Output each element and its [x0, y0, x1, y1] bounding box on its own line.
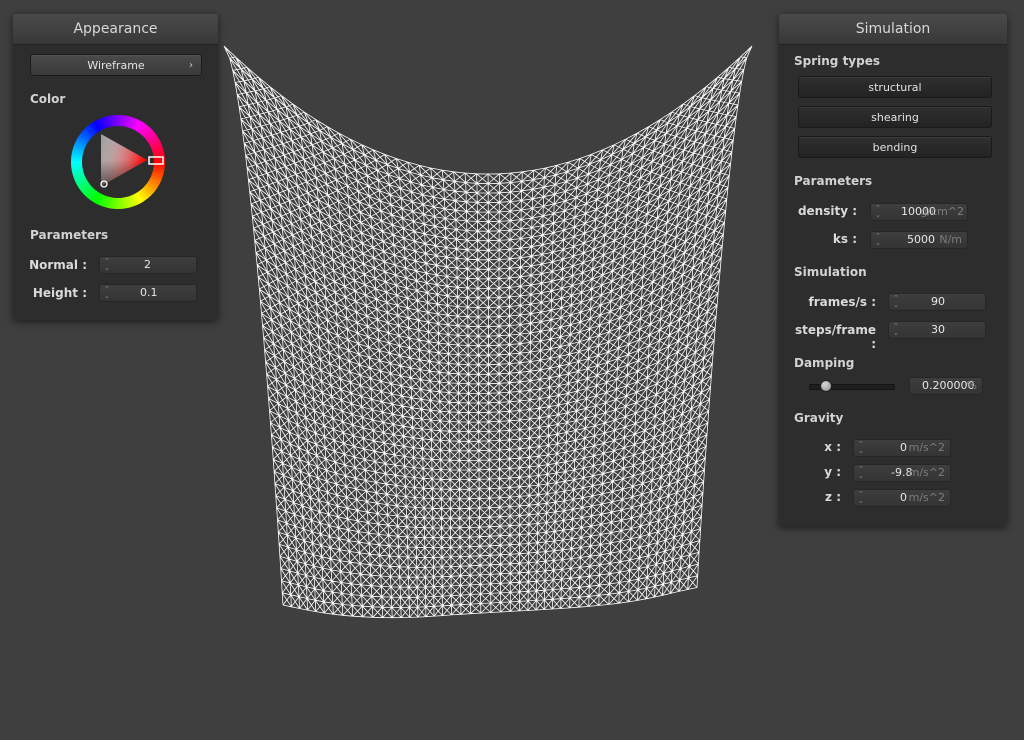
steps-per-frame-input[interactable]: ⌃ ⌄ 30 [888, 321, 986, 339]
damping-slider-handle[interactable] [819, 380, 832, 392]
render-mode-value: Wireframe [87, 59, 145, 72]
steps-per-frame-value: 30 [931, 323, 945, 336]
density-label: density : [797, 204, 857, 218]
damping-label: Damping [794, 356, 855, 370]
spring-types-label: Spring types [794, 54, 881, 68]
frames-per-second-label: frames/s : [808, 295, 876, 309]
simulation-parameters-label: Parameters [794, 174, 873, 188]
gravity-y-input[interactable]: ⌃ ⌄ -9.8 m/s^2 [853, 464, 951, 482]
structural-spring-button[interactable]: structural [798, 76, 992, 98]
ks-input[interactable]: ⌃ ⌄ 5000 N/m [870, 231, 968, 249]
appearance-panel: Appearance Wireframe › Color Parameters … [13, 14, 218, 320]
spinner-arrows-icon[interactable]: ⌃ ⌄ [104, 286, 110, 300]
bending-spring-button[interactable]: bending [798, 136, 992, 158]
height-value: 0.1 [140, 286, 158, 299]
spinner-arrows-icon[interactable]: ⌃ ⌄ [893, 323, 899, 337]
gravity-y-unit: m/s^2 [908, 466, 945, 479]
gravity-z-value: 0 [900, 491, 907, 504]
ks-unit: N/m [939, 233, 962, 246]
spinner-arrows-icon[interactable]: ⌃ ⌄ [893, 295, 899, 309]
spinner-arrows-icon[interactable]: ⌃ ⌄ [858, 466, 864, 480]
spinner-arrows-icon[interactable]: ⌃ ⌄ [875, 233, 881, 247]
normal-label: Normal : [29, 258, 87, 272]
render-mode-dropdown[interactable]: Wireframe › [30, 54, 202, 76]
gravity-x-unit: m/s^2 [908, 441, 945, 454]
damping-unit: % [966, 379, 977, 392]
simulation-panel-title[interactable]: Simulation [779, 14, 1007, 45]
normal-input[interactable]: ⌃ ⌄ 2 [99, 256, 197, 274]
frames-per-second-input[interactable]: ⌃ ⌄ 90 [888, 293, 986, 311]
normal-value: 2 [144, 258, 151, 271]
shearing-spring-button[interactable]: shearing [798, 106, 992, 128]
gravity-z-label: z : [825, 490, 841, 504]
spinner-arrows-icon[interactable]: ⌃ ⌄ [875, 205, 881, 219]
simulation-panel: Simulation Spring types structural shear… [779, 14, 1007, 526]
color-wheel[interactable] [68, 112, 168, 212]
color-section-label: Color [30, 92, 66, 106]
gravity-label: Gravity [794, 411, 844, 425]
gravity-x-input[interactable]: ⌃ ⌄ 0 m/s^2 [853, 439, 951, 457]
gravity-y-label: y : [824, 465, 841, 479]
appearance-panel-title[interactable]: Appearance [13, 14, 218, 45]
spinner-arrows-icon[interactable]: ⌃ ⌄ [858, 441, 864, 455]
cloth-mesh-lines [223, 45, 753, 619]
chevron-right-icon: › [189, 60, 193, 71]
density-unit: g/cm^2 [920, 205, 964, 218]
height-input[interactable]: ⌃ ⌄ 0.1 [99, 284, 197, 302]
simulation-section-label: Simulation [794, 265, 867, 279]
damping-input[interactable]: 0.200000 % [909, 377, 983, 395]
appearance-parameters-label: Parameters [30, 228, 109, 242]
height-label: Height : [32, 286, 87, 300]
spinner-arrows-icon[interactable]: ⌃ ⌄ [104, 258, 110, 272]
gravity-z-unit: m/s^2 [908, 491, 945, 504]
density-input[interactable]: ⌃ ⌄ 10000 g/cm^2 [870, 203, 968, 221]
steps-per-frame-label: steps/frame : [794, 323, 876, 351]
spinner-arrows-icon[interactable]: ⌃ ⌄ [858, 491, 864, 505]
gravity-x-value: 0 [900, 441, 907, 454]
ks-label: ks : [832, 232, 857, 246]
ks-value: 5000 [907, 233, 935, 246]
gravity-x-label: x : [824, 440, 841, 454]
frames-per-second-value: 90 [931, 295, 945, 308]
cloth-wireframe-mesh [223, 45, 753, 619]
gravity-z-input[interactable]: ⌃ ⌄ 0 m/s^2 [853, 489, 951, 507]
